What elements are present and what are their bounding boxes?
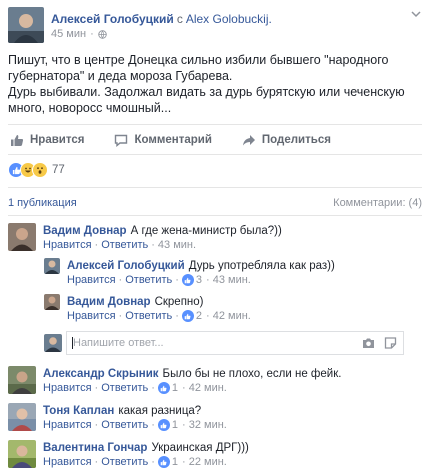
comment-time[interactable]: 43 мин. [158, 239, 196, 251]
comment: Валентина Гончар Украинская ДРГ))) Нравит… [8, 440, 422, 472]
comment-text: Украинская ДРГ))) [151, 442, 249, 454]
post-time[interactable]: 45 мин [51, 28, 86, 40]
reactions-summary[interactable]: 77 [8, 161, 65, 179]
commenter-avatar[interactable] [8, 403, 36, 431]
comment-time[interactable]: 22 мин. [189, 456, 227, 468]
like-icon [157, 456, 170, 468]
reactions-count: 77 [52, 164, 65, 176]
commenter-name[interactable]: Александр Скрыник [43, 368, 159, 380]
tagged-user-name[interactable]: Alex Golobuckij. [186, 12, 272, 26]
post-paragraph: Пишут, что в центре Донецка сильно избил… [8, 53, 389, 83]
commenter-name[interactable]: Тоня Каплан [43, 405, 114, 417]
reply-input-icons [362, 337, 397, 349]
comment-like-link[interactable]: Нравится [67, 310, 116, 322]
like-icon [181, 274, 194, 286]
thumbs-up-icon [11, 134, 24, 146]
post-header: Алексей Голобуцкий с Alex Golobuckij. 45 м… [8, 7, 422, 43]
comment-like-count[interactable]: 1 [172, 382, 178, 394]
comment-reply-link[interactable]: Ответить [101, 382, 148, 394]
commenter-avatar[interactable] [44, 294, 60, 310]
comment-text: Дурь употребляла как раз)) [188, 260, 335, 272]
author-avatar[interactable] [8, 7, 44, 43]
share-button-label: Поделиться [261, 134, 331, 146]
like-icon [157, 382, 170, 394]
shares-link[interactable]: 1 публикация [8, 197, 77, 209]
comment: Тоня Каплан какая разница? Нравится · Отве… [8, 403, 422, 435]
camera-icon[interactable] [362, 337, 375, 349]
chevron-down-icon[interactable] [410, 9, 422, 19]
comment-time[interactable]: 43 мин. [213, 274, 251, 286]
comment-reply-link[interactable]: Ответить [101, 456, 148, 468]
comment: Вадим Довнар А где жена-министр была?)) Н… [8, 223, 422, 255]
sticker-icon[interactable] [384, 337, 397, 349]
comment-icon [115, 134, 128, 147]
commenter-avatar[interactable] [8, 366, 36, 394]
divider [8, 154, 422, 155]
comment-like-link[interactable]: Нравится [43, 419, 92, 431]
wow-icon [32, 162, 48, 178]
comment-text: Было бы не плохо, если не фейк. [162, 368, 342, 380]
divider [8, 124, 422, 125]
comment-like-count[interactable]: 3 [196, 274, 202, 286]
reply-input-box[interactable] [66, 331, 404, 355]
like-icon [181, 310, 194, 322]
comment-button[interactable]: Комментарий [112, 130, 212, 150]
commenter-name[interactable]: Вадим Довнар [67, 296, 151, 308]
post-paragraph: Дурь выбивали. Задолжал видать за дурь б… [8, 85, 405, 115]
commenter-avatar[interactable] [44, 258, 60, 274]
like-button-label: Нравится [30, 134, 85, 146]
post-author-name[interactable]: Алексей Голобуцкий [51, 12, 174, 26]
comment-like-link[interactable]: Нравится [43, 239, 92, 251]
comment: Александр Скрыник Было бы не плохо, если … [8, 366, 422, 398]
reply-comment: Вадим Довнар Скрепно) Нравится · Ответить ·… [44, 294, 422, 326]
comment-time[interactable]: 42 мин. [213, 310, 251, 322]
comment-reply-link[interactable]: Ответить [125, 274, 172, 286]
comment-reply-link[interactable]: Ответить [101, 419, 148, 431]
meta-dot: · [90, 28, 94, 40]
comment-text: А где жена-министр была?)) [130, 225, 282, 237]
share-icon [242, 134, 255, 145]
comment-like-count[interactable]: 1 [172, 419, 178, 431]
post-author-line: Алексей Голобуцкий с Alex Golobuckij. [51, 12, 272, 26]
share-button[interactable]: Поделиться [240, 130, 331, 150]
post-text: Пишут, что в центре Донецка сильно избил… [8, 52, 420, 116]
comment-like-link[interactable]: Нравится [67, 274, 116, 286]
commenter-avatar[interactable] [8, 440, 36, 468]
commenter-name[interactable]: Вадим Довнар [43, 225, 127, 237]
divider [8, 215, 422, 216]
with-separator: с [176, 12, 183, 26]
comment-text: Скрепно) [154, 296, 204, 308]
comment-like-link[interactable]: Нравится [43, 382, 92, 394]
text-caret [72, 337, 73, 349]
comment-like-link[interactable]: Нравится [43, 456, 92, 468]
post-actions: Нравится Комментарий Поделиться [8, 130, 422, 150]
commenter-avatar[interactable] [8, 223, 36, 251]
globe-icon [98, 29, 107, 39]
comment-reply-link[interactable]: Ответить [125, 310, 172, 322]
like-icon [157, 419, 170, 431]
current-user-avatar [44, 334, 62, 352]
comments-count-link[interactable]: Комментарии: (4) [333, 197, 422, 209]
like-button[interactable]: Нравится [8, 130, 84, 150]
comment-reply-link[interactable]: Ответить [101, 239, 148, 251]
commenter-name[interactable]: Алексей Голобуцкий [67, 260, 185, 272]
post-meta: 45 мин · [51, 28, 107, 40]
comment-text: какая разница? [118, 405, 202, 417]
reply-input[interactable] [67, 332, 347, 354]
reply-comment: Алексей Голобуцкий Дурь употребляла как р… [44, 258, 422, 290]
comment-time[interactable]: 32 мин. [189, 419, 227, 431]
comment-button-label: Комментарий [134, 134, 212, 146]
commenter-name[interactable]: Валентина Гончар [43, 442, 147, 454]
comment-time[interactable]: 42 мин. [189, 382, 227, 394]
divider [8, 187, 422, 188]
comment-like-count[interactable]: 1 [172, 456, 178, 468]
comment-like-count[interactable]: 2 [196, 310, 202, 322]
